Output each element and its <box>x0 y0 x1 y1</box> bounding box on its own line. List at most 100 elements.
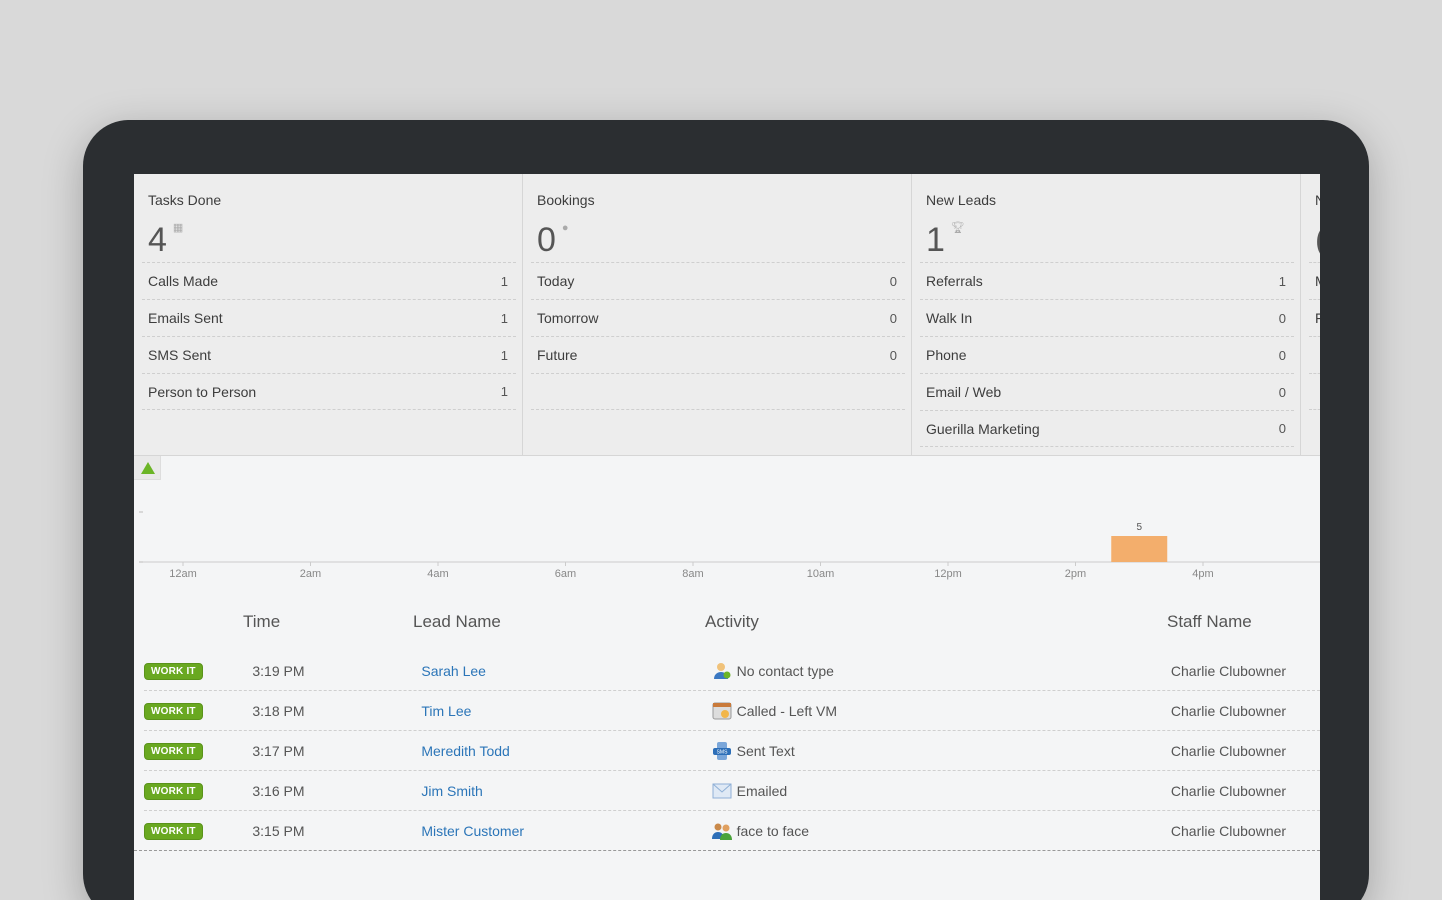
row-label: SMS Sent <box>148 347 212 363</box>
x-tick-label: 10am <box>807 568 835 580</box>
row-value: 1 <box>1278 273 1286 289</box>
row-time: 3:18 PM <box>252 702 305 719</box>
triangle-up-icon <box>141 462 155 474</box>
card-total-value: 1 <box>926 221 945 259</box>
table-header: Time Lead Name Activity Staff Name <box>134 599 1320 645</box>
x-tick-label: 6am <box>555 568 576 580</box>
card-row: F <box>1309 299 1320 336</box>
row-value: 0 <box>1278 310 1286 326</box>
chart-bar[interactable] <box>1111 536 1168 562</box>
row-activity: Sent Text <box>736 742 795 759</box>
x-tick-label: 12pm <box>934 568 962 580</box>
table-row: WORK IT 3:16 PM Jim Smith Emailed Charlie Cl… <box>144 771 1320 811</box>
card-row[interactable]: Email / Web 0 <box>920 373 1294 410</box>
row-value: 0 <box>1278 347 1286 363</box>
row-value: 0 <box>889 347 897 363</box>
card-row[interactable]: Tomorrow 0 <box>531 299 905 336</box>
row-value: 1 <box>500 384 508 399</box>
row-activity: face to face <box>736 822 810 839</box>
row-activity: Called - Left VM <box>736 702 837 719</box>
row-label: Walk In <box>926 310 973 326</box>
sms-icon: SMS <box>712 741 732 761</box>
row-value: 0 <box>1278 421 1286 436</box>
header-lead-name[interactable]: Lead Name <box>413 612 705 632</box>
card-row[interactable]: Calls Made 1 <box>142 262 516 299</box>
row-label: Phone <box>926 347 967 363</box>
row-label: M <box>1315 273 1320 289</box>
phone-call-icon <box>712 701 732 721</box>
card-tasks-done: Tasks Done 4 ▦ Calls Made 1 Emails Sent 1 … <box>134 174 523 456</box>
x-tick-label: 2pm <box>1065 568 1086 580</box>
svg-text:SMS: SMS <box>716 749 728 755</box>
bar-value-label: 5 <box>1136 522 1142 533</box>
x-tick-label: 2am <box>300 568 321 580</box>
lead-name-link[interactable]: Sarah Lee <box>421 663 486 679</box>
row-value: 1 <box>500 273 508 289</box>
lead-name-link[interactable]: Jim Smith <box>421 783 482 799</box>
card-row[interactable]: SMS Sent 1 <box>142 336 516 373</box>
card-title: New Leads <box>926 192 997 208</box>
table-row: WORK IT 3:18 PM Tim Lee Called - Left VM Cha… <box>144 691 1320 731</box>
row-value: 0 <box>889 273 897 289</box>
card-row[interactable]: Today 0 <box>531 262 905 299</box>
card-row[interactable]: Emails Sent 1 <box>142 299 516 336</box>
card-new-leads: New Leads 1 🏆︎ Referrals 1 Walk In 0 Phone… <box>912 174 1301 456</box>
row-activity: Emailed <box>736 782 788 799</box>
card-row: M <box>1309 262 1320 299</box>
card-partial: N ( M F <box>1301 174 1320 456</box>
row-value: 1 <box>500 347 508 363</box>
card-row[interactable]: Phone 0 <box>920 336 1294 373</box>
card-title: N <box>1309 192 1320 212</box>
card-total: 0 ● <box>531 212 905 262</box>
calendar-icon: ▦ <box>172 222 184 234</box>
work-it-button[interactable]: WORK IT <box>144 663 203 680</box>
row-time: 3:19 PM <box>252 662 305 679</box>
card-row[interactable]: Person to Person 1 <box>142 373 516 410</box>
lead-name-link[interactable]: Meredith Todd <box>421 743 509 759</box>
card-row[interactable]: Future 0 <box>531 336 905 373</box>
table-row: WORK IT 3:19 PM Sarah Lee No contact type Ch… <box>144 651 1320 691</box>
table-row: WORK IT 3:15 PM Mister Customer face to fac… <box>134 811 1320 851</box>
row-label: Referrals <box>926 273 983 289</box>
people-icon <box>711 821 732 841</box>
work-it-button[interactable]: WORK IT <box>144 743 203 760</box>
activity-chart: 12am 2am 4am 6am 8am 10am 12pm 2pm 4pm 5 <box>139 511 1320 580</box>
email-icon <box>712 781 732 801</box>
row-label: Future <box>537 347 578 363</box>
card-row[interactable]: Referrals 1 <box>920 262 1294 299</box>
row-label: Tomorrow <box>537 310 599 326</box>
work-it-button[interactable]: WORK IT <box>144 823 203 840</box>
card-total-value: 0 <box>537 221 556 259</box>
chart-collapse-toggle[interactable] <box>134 456 161 480</box>
row-label: Calls Made <box>148 273 219 289</box>
lead-name-link[interactable]: Mister Customer <box>421 823 524 839</box>
row-activity: No contact type <box>736 662 834 679</box>
pin-icon: ● <box>561 222 569 234</box>
card-row[interactable]: Guerilla Marketing 0 <box>920 410 1294 447</box>
row-staff-name: Charlie Clubowner <box>1170 742 1287 759</box>
header-staff-name[interactable]: Staff Name <box>1167 612 1317 632</box>
table-row: WORK IT 3:17 PM Meredith Todd SMS Sent Text C… <box>144 731 1320 771</box>
card-title: Bookings <box>537 192 595 208</box>
row-staff-name: Charlie Clubowner <box>1170 702 1287 719</box>
card-title: Tasks Done <box>148 192 222 208</box>
stat-cards: Tasks Done 4 ▦ Calls Made 1 Emails Sent 1 … <box>134 174 1320 456</box>
row-value: 1 <box>500 310 508 326</box>
row-label: Person to Person <box>148 383 257 400</box>
header-activity[interactable]: Activity <box>705 612 1167 632</box>
person-icon <box>712 661 732 681</box>
card-total-value: 4 <box>148 221 167 259</box>
card-total: 1 🏆︎ <box>920 212 1294 262</box>
card-row-empty <box>1309 336 1320 373</box>
card-row-empty <box>1309 373 1320 410</box>
trophy-icon: 🏆︎ <box>950 222 965 234</box>
row-staff-name: Charlie Clubowner <box>1170 822 1287 839</box>
work-it-button[interactable]: WORK IT <box>144 703 203 720</box>
work-it-button[interactable]: WORK IT <box>144 783 203 800</box>
card-bookings: Bookings 0 ● Today 0 Tomorrow 0 Future 0 <box>523 174 912 456</box>
card-total: 4 ▦ <box>142 212 516 262</box>
x-tick-label: 12am <box>169 568 197 580</box>
card-row[interactable]: Walk In 0 <box>920 299 1294 336</box>
lead-name-link[interactable]: Tim Lee <box>421 703 471 719</box>
header-time[interactable]: Time <box>243 612 413 632</box>
